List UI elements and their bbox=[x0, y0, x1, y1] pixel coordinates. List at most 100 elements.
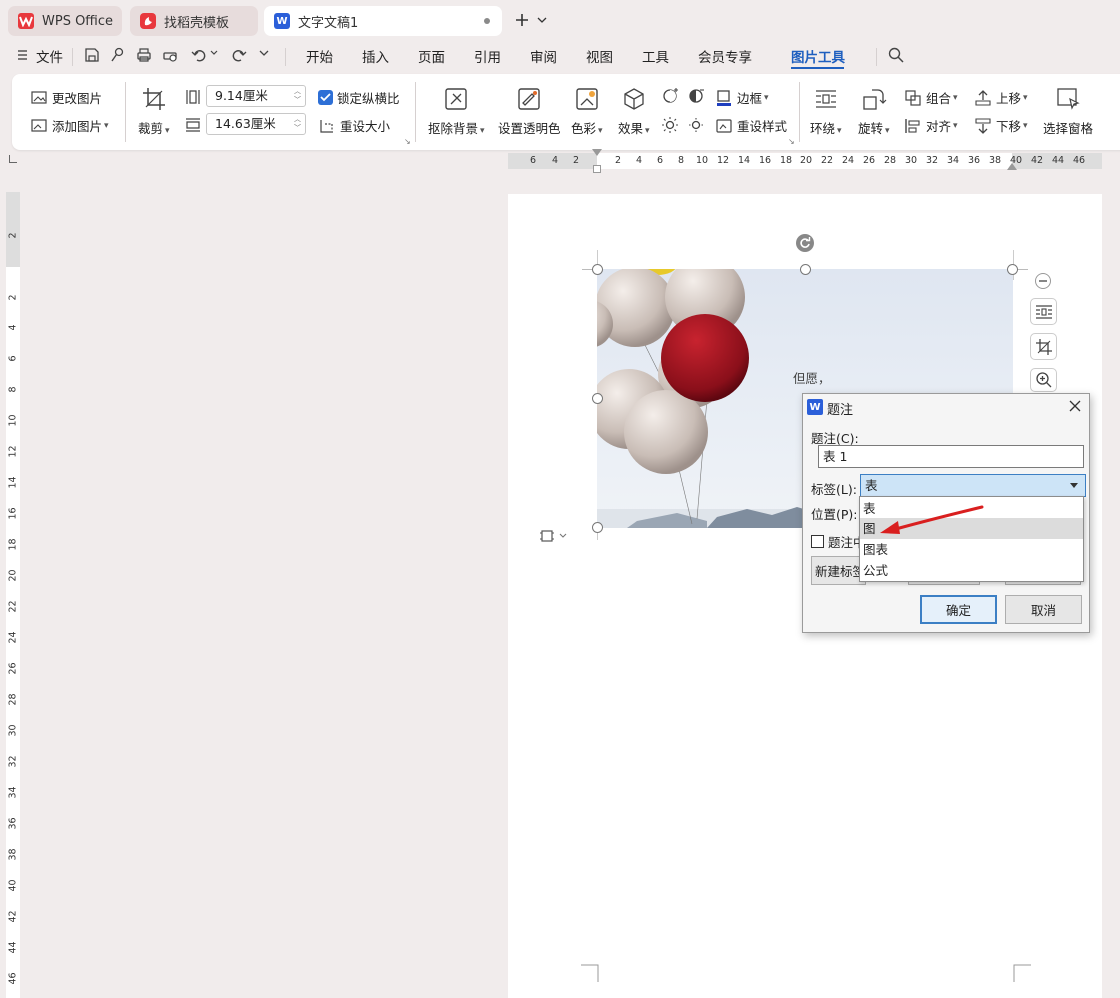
format-painter-icon[interactable] bbox=[108, 46, 128, 66]
exclude-label-checkbox[interactable]: 题注中 bbox=[811, 532, 866, 551]
border-button[interactable]: 边框 ▾ bbox=[715, 88, 769, 107]
size-dialog-launcher-icon[interactable]: ↘ bbox=[404, 137, 411, 146]
decrease-brightness-icon[interactable] bbox=[687, 116, 705, 134]
chevron-down-icon: ▾ bbox=[598, 126, 603, 136]
cancel-button[interactable]: 取消 bbox=[1005, 595, 1082, 624]
dropdown-option[interactable]: 公式 bbox=[860, 560, 1083, 581]
chevron-down-icon: ▾ bbox=[1023, 92, 1028, 103]
selection-pane-button[interactable]: 选择窗格 bbox=[1043, 86, 1093, 137]
label-select[interactable]: 表 bbox=[860, 474, 1086, 497]
horizontal-ruler[interactable]: 6 4 2 2 4 6 8 10 12 14 16 18 20 22 24 26… bbox=[508, 149, 1102, 173]
increase-contrast-icon[interactable] bbox=[661, 87, 679, 105]
reset-style-button[interactable]: 重设样式 bbox=[715, 116, 787, 135]
wrap-text-button[interactable]: 环绕 ▾ bbox=[810, 86, 842, 137]
tab-docer[interactable]: 找稻壳模板 bbox=[130, 6, 258, 36]
align-button[interactable]: 对齐 ▾ bbox=[904, 116, 958, 135]
menu-page[interactable]: 页面 bbox=[418, 46, 445, 66]
new-label-button[interactable]: 新建标签 bbox=[811, 556, 866, 585]
width-input[interactable]: 9.14厘米 ︿ ﹀ bbox=[206, 85, 306, 107]
collapse-toolbar-icon[interactable] bbox=[1035, 273, 1051, 289]
menu-picture-tools[interactable]: 图片工具 bbox=[791, 46, 845, 66]
left-indent-marker[interactable] bbox=[593, 165, 601, 173]
ruler-tick: 8 bbox=[7, 386, 19, 393]
menu-home[interactable]: 开始 bbox=[306, 46, 333, 66]
send-backward-button[interactable]: 下移 ▾ bbox=[974, 116, 1028, 135]
set-transparent-color-button[interactable]: 设置透明色 bbox=[498, 86, 561, 137]
ruler-tick: 32 bbox=[7, 755, 19, 768]
vertical-ruler[interactable]: 2 2 4 6 8 10 12 14 16 18 20 22 24 26 28 … bbox=[6, 192, 20, 998]
color-icon bbox=[574, 86, 600, 112]
adjust-dialog-launcher-icon[interactable]: ↘ bbox=[788, 137, 795, 146]
ok-button[interactable]: 确定 bbox=[920, 595, 997, 624]
ruler-tick: 46 bbox=[1073, 155, 1086, 166]
right-indent-marker[interactable] bbox=[1007, 163, 1017, 170]
bring-forward-button[interactable]: 上移 ▾ bbox=[974, 88, 1028, 107]
dropdown-option[interactable]: 图表 bbox=[860, 539, 1083, 560]
lock-aspect-ratio-checkbox[interactable]: 锁定纵横比 bbox=[318, 88, 400, 107]
tab-wps-office[interactable]: WPS Office bbox=[8, 6, 122, 36]
ruler-tick: 16 bbox=[7, 507, 19, 520]
undo-icon[interactable] bbox=[190, 46, 210, 66]
tab-document[interactable]: W 文字文稿1 bbox=[264, 6, 502, 36]
more-chevron-down-icon[interactable] bbox=[259, 50, 271, 60]
search-icon[interactable] bbox=[887, 46, 907, 66]
ruler-tick: 18 bbox=[780, 155, 793, 166]
ruler-tick: 24 bbox=[842, 155, 855, 166]
menu-tools[interactable]: 工具 bbox=[642, 46, 669, 66]
width-icon bbox=[184, 88, 202, 106]
rotate-handle-icon[interactable] bbox=[796, 234, 814, 252]
change-picture-button[interactable]: 更改图片 bbox=[30, 88, 102, 107]
save-icon[interactable] bbox=[83, 46, 103, 66]
hamburger-menu-icon[interactable] bbox=[16, 49, 28, 61]
chevron-down-icon: ▾ bbox=[953, 92, 958, 103]
increase-brightness-icon[interactable] bbox=[661, 116, 679, 134]
menu-membership[interactable]: 会员专享 bbox=[698, 46, 752, 66]
remove-background-button[interactable]: 抠除背景 ▾ bbox=[428, 86, 485, 137]
rotate-button[interactable]: 旋转 ▾ bbox=[858, 86, 890, 137]
resize-handle-top-left[interactable] bbox=[592, 264, 603, 275]
resize-handle-left[interactable] bbox=[592, 393, 603, 404]
resize-handle-top-right[interactable] bbox=[1007, 264, 1018, 275]
undo-dropdown-chevron-icon[interactable] bbox=[210, 50, 220, 60]
stepper-arrows-icon[interactable]: ︿ ﹀ bbox=[294, 87, 301, 105]
image-text: 但愿， bbox=[793, 371, 831, 386]
tab-label: 找稻壳模板 bbox=[164, 15, 230, 31]
resize-handle-bottom-left[interactable] bbox=[592, 522, 603, 533]
resize-handle-top[interactable] bbox=[800, 264, 811, 275]
menu-insert[interactable]: 插入 bbox=[362, 46, 389, 66]
first-line-indent-marker[interactable] bbox=[592, 149, 602, 156]
checkbox-unchecked-icon bbox=[811, 535, 824, 548]
stepper-arrows-icon[interactable]: ︿ ﹀ bbox=[294, 115, 301, 133]
layout-anchor-button[interactable] bbox=[539, 526, 577, 546]
caption-input[interactable]: 表 1 bbox=[818, 445, 1084, 468]
color-button[interactable]: 色彩 ▾ bbox=[571, 86, 603, 137]
menu-view[interactable]: 视图 bbox=[586, 46, 613, 66]
layout-options-button[interactable] bbox=[1030, 298, 1057, 325]
tab-stop-selector[interactable] bbox=[9, 155, 17, 163]
print-preview-icon[interactable] bbox=[161, 46, 181, 66]
menu-references[interactable]: 引用 bbox=[474, 46, 501, 66]
transparent-color-icon bbox=[516, 86, 542, 112]
unsaved-dot-icon bbox=[484, 18, 490, 24]
ruler-tick: 40 bbox=[7, 879, 19, 892]
group-button[interactable]: 组合 ▾ bbox=[904, 88, 958, 107]
crop-quick-button[interactable] bbox=[1030, 333, 1057, 360]
layout-anchor-icon bbox=[539, 528, 555, 544]
tab-list-chevron-down-icon[interactable] bbox=[536, 14, 548, 26]
close-icon[interactable] bbox=[1068, 399, 1084, 415]
add-picture-button[interactable]: 添加图片 ▾ bbox=[30, 116, 109, 135]
menu-file[interactable]: 文件 bbox=[36, 46, 63, 66]
reset-style-icon bbox=[715, 117, 733, 135]
zoom-quick-button[interactable] bbox=[1030, 368, 1057, 392]
decrease-contrast-icon[interactable] bbox=[687, 87, 705, 105]
print-icon[interactable] bbox=[135, 46, 155, 66]
chevron-down-icon bbox=[559, 533, 567, 539]
new-tab-plus-icon[interactable] bbox=[513, 11, 531, 29]
effects-button[interactable]: 效果 ▾ bbox=[618, 86, 650, 137]
menu-review[interactable]: 审阅 bbox=[530, 46, 557, 66]
reset-size-button[interactable]: 重设大小 bbox=[318, 116, 390, 135]
crop-button[interactable]: 裁剪 ▾ bbox=[138, 86, 170, 137]
ruler-tick: 10 bbox=[696, 155, 709, 166]
height-input[interactable]: 14.63厘米 ︿ ﹀ bbox=[206, 113, 306, 135]
redo-icon[interactable] bbox=[230, 46, 250, 66]
